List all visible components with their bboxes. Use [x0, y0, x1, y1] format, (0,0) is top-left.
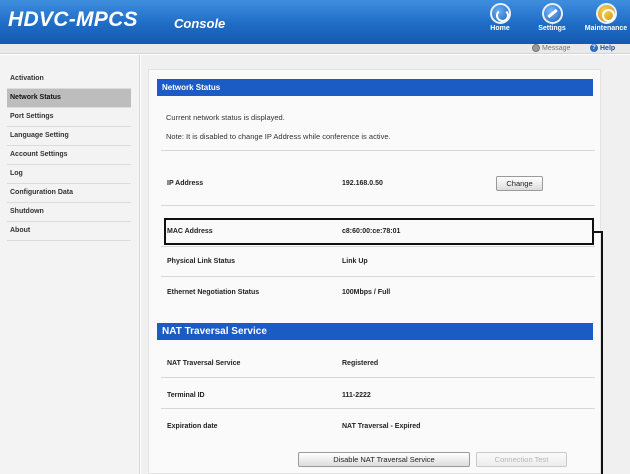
ethernet-negotiation-value: 100Mbps / Full — [342, 289, 391, 296]
brand-title: HDVC-MPCS — [8, 8, 138, 31]
nav-settings[interactable]: Settings — [530, 3, 574, 32]
divider — [161, 150, 595, 151]
nav-home[interactable]: Home — [478, 3, 522, 32]
physical-link-value: Link Up — [342, 258, 368, 265]
message-label: Message — [542, 44, 571, 52]
brand-subtitle: Console — [174, 16, 226, 31]
callout-line — [601, 232, 603, 474]
terminal-id-value: 111-2222 — [342, 392, 371, 399]
physical-link-label: Physical Link Status — [167, 258, 236, 265]
divider — [161, 205, 595, 206]
sidebar-item-shutdown[interactable]: Shutdown — [7, 203, 131, 222]
connection-test-button[interactable]: Connection Test — [476, 452, 567, 467]
settings-icon — [541, 3, 563, 24]
ip-address-label: IP Address — [167, 180, 204, 187]
ip-address-value: 192.168.0.50 — [342, 180, 383, 187]
sidebar: Activation Network Status Port Settings … — [0, 55, 140, 474]
app-header: HDVC-MPCS Console Home Settings Maintena… — [0, 0, 630, 44]
main-panel: Network Status Current network status is… — [141, 55, 630, 474]
status-description: Current network status is displayed. — [166, 113, 285, 122]
nav-home-label: Home — [490, 25, 510, 32]
expiration-date-label: Expiration date — [167, 423, 218, 430]
divider — [161, 246, 595, 247]
sidebar-item-network-status[interactable]: Network Status — [7, 89, 131, 108]
disable-nat-button[interactable]: Disable NAT Traversal Service — [298, 452, 470, 467]
sidebar-item-configuration-data[interactable]: Configuration Data — [7, 184, 131, 203]
message-icon — [532, 44, 540, 52]
nav-maintenance-label: Maintenance — [584, 25, 628, 32]
help-label: Help — [600, 44, 616, 52]
message-link[interactable]: Message — [532, 44, 570, 52]
change-button[interactable]: Change — [496, 176, 543, 191]
sidebar-item-activation[interactable]: Activation — [7, 70, 131, 89]
sidebar-item-account-settings[interactable]: Account Settings — [7, 146, 131, 165]
nat-service-value: Registered — [342, 360, 379, 367]
sub-header-bar: Message ? Help — [0, 44, 630, 54]
divider — [161, 276, 595, 277]
sidebar-item-log[interactable]: Log — [7, 165, 131, 184]
ip-change-note: Note: It is disabled to change IP Addres… — [166, 132, 391, 141]
nav-settings-label: Settings — [538, 25, 566, 32]
content-area: Network Status Current network status is… — [148, 69, 601, 474]
mac-address-highlight — [164, 218, 594, 245]
divider — [161, 377, 595, 378]
network-status-header: Network Status — [157, 79, 593, 96]
maintenance-icon — [595, 3, 617, 24]
expiration-date-value: NAT Traversal - Expired — [342, 423, 421, 430]
home-icon — [489, 3, 511, 24]
sidebar-menu: Activation Network Status Port Settings … — [7, 70, 131, 241]
sidebar-item-port-settings[interactable]: Port Settings — [7, 108, 131, 127]
sidebar-item-about[interactable]: About — [7, 222, 131, 241]
divider — [161, 408, 595, 409]
nav-maintenance[interactable]: Maintenance — [584, 3, 628, 32]
nat-traversal-header: NAT Traversal Service — [157, 323, 593, 340]
help-icon: ? — [590, 44, 598, 52]
ethernet-negotiation-label: Ethernet Negotiation Status — [167, 289, 260, 296]
sidebar-item-language-setting[interactable]: Language Setting — [7, 127, 131, 146]
help-link[interactable]: ? Help — [590, 44, 615, 52]
nat-service-label: NAT Traversal Service — [167, 360, 241, 367]
terminal-id-label: Terminal ID — [167, 392, 205, 399]
